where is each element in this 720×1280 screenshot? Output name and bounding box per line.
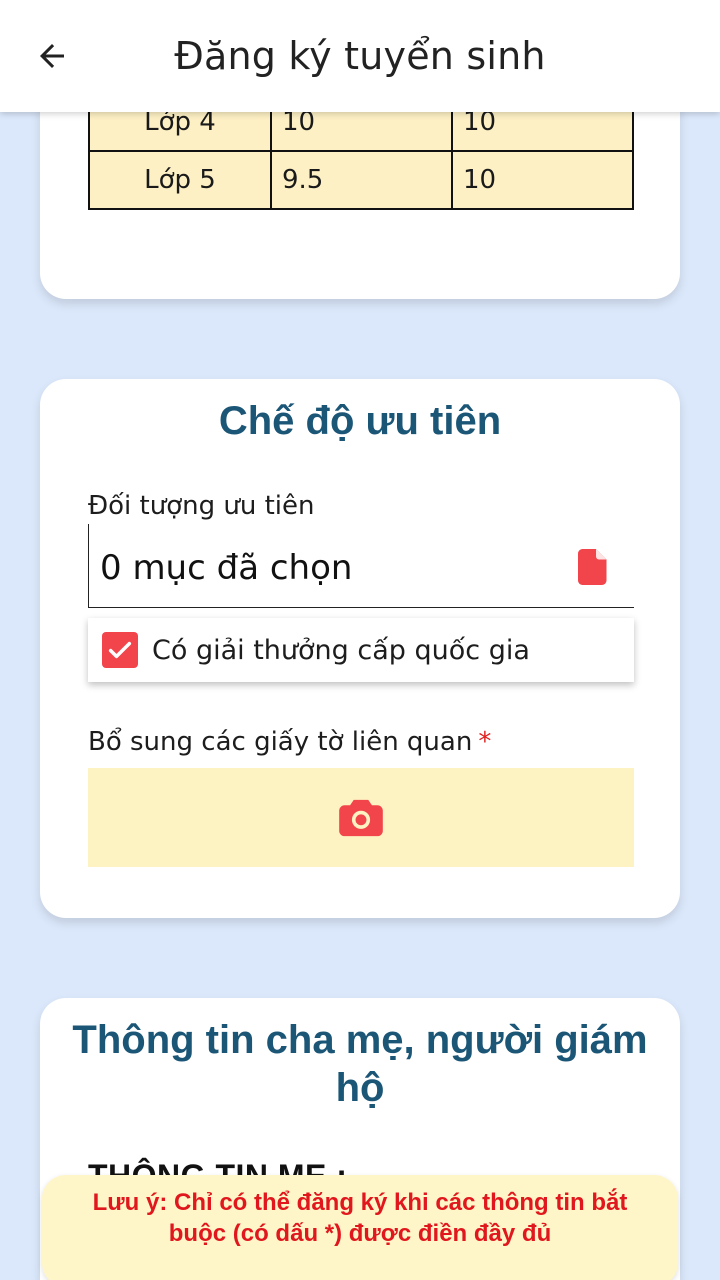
grade-cell: Lớp 5: [88, 150, 272, 210]
app-bar: Đăng ký tuyển sinh: [0, 0, 720, 112]
required-mark: *: [478, 727, 492, 757]
file-icon: [578, 549, 607, 585]
check-icon: [108, 641, 132, 659]
notice-text: Lưu ý: Chỉ có thể đăng ký khi các thông …: [92, 1189, 628, 1247]
priority-card: Chế độ ưu tiên Đối tượng ưu tiên 0 mục đ…: [40, 379, 680, 918]
notice-toast: Lưu ý: Chỉ có thể đăng ký khi các thông …: [42, 1175, 678, 1280]
documents-label: Bổ sung các giấy tờ liên quan: [88, 727, 473, 757]
section-title: Thông tin cha mẹ, người giám hộ: [72, 1018, 648, 1110]
national-award-checkbox[interactable]: Có giải thưởng cấp quốc gia: [88, 618, 634, 682]
table-row: Lớp 5 9.5 10: [88, 150, 634, 210]
score-cell: 9.5: [270, 150, 453, 210]
checkbox-label: Có giải thưởng cấp quốc gia: [152, 635, 530, 666]
document-upload-button[interactable]: [88, 768, 634, 867]
camera-icon: [339, 799, 383, 836]
priority-select-value: 0 mục đã chọn: [100, 548, 353, 588]
priority-select[interactable]: 0 mục đã chọn: [88, 524, 634, 608]
page-title: Đăng ký tuyển sinh: [174, 34, 546, 78]
checkbox[interactable]: [102, 632, 138, 668]
score-cell: 10: [451, 150, 634, 210]
priority-field-label: Đối tượng ưu tiên: [88, 491, 315, 521]
documents-label-row: Bổ sung các giấy tờ liên quan *: [88, 727, 491, 757]
section-title: Chế độ ưu tiên: [218, 399, 502, 443]
